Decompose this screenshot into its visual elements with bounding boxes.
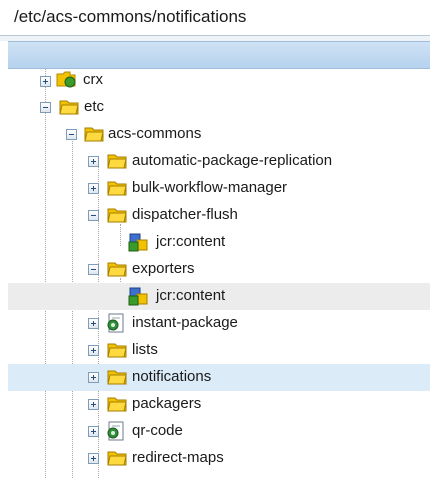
collapse-toggle[interactable] (40, 102, 51, 113)
tree-node-label: instant-package (132, 314, 238, 331)
collapse-toggle[interactable] (88, 210, 99, 221)
expand-toggle[interactable] (88, 453, 99, 464)
folder-icon (107, 262, 127, 277)
folder-icon (107, 208, 127, 223)
tree-row-acs-commons[interactable]: acs-commons (8, 121, 430, 148)
tree-node-label: redirect-maps (132, 449, 224, 466)
tree-row-jcr-content-hover[interactable]: jcr:content (8, 283, 430, 310)
tree-node-label: automatic-package-replication (132, 152, 333, 169)
tree-node-label: lists (132, 341, 158, 358)
expand-toggle[interactable] (88, 399, 99, 410)
expand-toggle[interactable] (40, 76, 51, 87)
expand-toggle[interactable] (88, 318, 99, 329)
repository-tree[interactable]: crx etc acs-commons automatic-package-re… (8, 69, 430, 478)
tree-row-jcr-content[interactable]: jcr:content (8, 229, 430, 256)
page-node-icon (107, 313, 124, 333)
folder-icon (84, 127, 104, 142)
tree-node-label: jcr:content (156, 233, 226, 250)
tree-row-dispatcher-flush[interactable]: dispatcher-flush (8, 202, 430, 229)
tree-row-automatic-package-replication[interactable]: automatic-package-replication (8, 148, 430, 175)
tree-node-label: jcr:content (156, 287, 226, 304)
tree-header (8, 41, 430, 69)
crx-folder-icon (56, 71, 76, 88)
tree-node-label: acs-commons (108, 125, 202, 142)
content-node-icon (128, 287, 148, 306)
folder-icon (107, 451, 127, 466)
tree-row-qr-code[interactable]: qr-code (8, 418, 430, 445)
collapse-toggle[interactable] (88, 264, 99, 275)
tree-row-crx[interactable]: crx (8, 69, 430, 96)
expand-toggle[interactable] (88, 372, 99, 383)
path-bar[interactable]: /etc/acs-commons/notifications (0, 0, 430, 36)
tree-node-label: dispatcher-flush (132, 206, 238, 223)
folder-icon (59, 100, 79, 115)
page-node-icon (107, 421, 124, 441)
tree-row-notifications[interactable]: notifications (8, 364, 430, 391)
tree-row-redirect-maps[interactable]: redirect-maps (8, 445, 430, 472)
folder-icon (107, 397, 127, 412)
expand-toggle[interactable] (88, 183, 99, 194)
content-node-icon (128, 233, 148, 252)
expand-toggle[interactable] (88, 156, 99, 167)
expand-toggle[interactable] (88, 426, 99, 437)
path-input[interactable]: /etc/acs-commons/notifications (14, 7, 246, 27)
tree-row-bulk-workflow-manager[interactable]: bulk-workflow-manager (8, 175, 430, 202)
tree-node-label: exporters (132, 260, 195, 277)
folder-icon (107, 181, 127, 196)
tree-node-label: bulk-workflow-manager (132, 179, 288, 196)
tree-row-lists[interactable]: lists (8, 337, 430, 364)
folder-icon (107, 370, 127, 385)
expand-toggle[interactable] (88, 345, 99, 356)
tree-row-etc[interactable]: etc (8, 94, 430, 121)
tree-node-label: qr-code (132, 422, 183, 439)
tree-row-instant-package[interactable]: instant-package (8, 310, 430, 337)
folder-icon (107, 343, 127, 358)
tree-row-packagers[interactable]: packagers (8, 391, 430, 418)
folder-icon (107, 154, 127, 169)
tree-node-label: packagers (132, 395, 202, 412)
tree-node-label: etc (84, 98, 105, 115)
tree-row-exporters[interactable]: exporters (8, 256, 430, 283)
tree-row-partial[interactable] (8, 472, 430, 478)
tree-node-label: notifications (132, 368, 212, 385)
collapse-toggle[interactable] (66, 129, 77, 140)
tree-node-label: crx (83, 71, 103, 88)
